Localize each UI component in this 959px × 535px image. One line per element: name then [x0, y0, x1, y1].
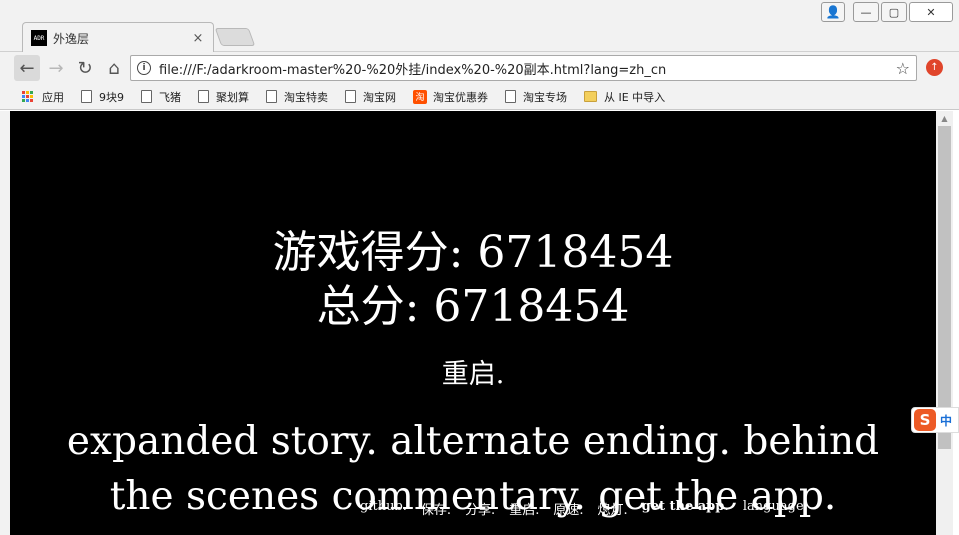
- footer-restart-link[interactable]: 重启.: [509, 499, 539, 518]
- scrollbar-thumb[interactable]: [938, 126, 951, 449]
- scroll-up-icon[interactable]: ▲: [936, 111, 953, 125]
- bookmark-label: 飞猪: [159, 90, 181, 104]
- footer-save-link[interactable]: 保存.: [421, 499, 451, 518]
- bookmark-label: 淘宝网: [363, 90, 396, 104]
- folder-icon: [584, 91, 597, 102]
- footer-language-link[interactable]: language.: [743, 499, 808, 518]
- game-viewport: 游戏得分: 6718454 总分: 6718454 重启. expanded s…: [10, 111, 936, 535]
- footer-github-link[interactable]: github.: [360, 499, 407, 518]
- adr-favicon-icon: ADR: [31, 30, 47, 46]
- bookmark-label: 淘宝专场: [523, 90, 567, 104]
- url-text[interactable]: file:///F:/adarkroom-master%20-%20外挂/ind…: [159, 59, 896, 78]
- minimize-button[interactable]: —: [853, 2, 879, 22]
- browser-tab[interactable]: ADR 外逸层 ×: [22, 22, 214, 53]
- vertical-scrollbar[interactable]: ▲: [936, 111, 953, 535]
- bookmark-taobao-special[interactable]: 淘宝专场: [505, 89, 567, 105]
- extension-icon[interactable]: ↑: [926, 59, 943, 76]
- game-score: 游戏得分: 6718454: [272, 227, 674, 278]
- page-icon: [198, 90, 209, 103]
- bookmark-9kuai9[interactable]: 9块9: [81, 89, 124, 105]
- address-bar[interactable]: i file:///F:/adarkroom-master%20-%20外挂/i…: [130, 55, 917, 81]
- forward-button[interactable]: →: [43, 55, 69, 81]
- title-bar: ADR 外逸层 × 👤 — ▢ ✕: [0, 0, 959, 53]
- footer-share-link[interactable]: 分享.: [465, 499, 495, 518]
- footer-speed-link[interactable]: 原速.: [553, 499, 583, 518]
- window-border: [0, 111, 10, 535]
- bookmark-apps[interactable]: 应用: [22, 89, 64, 105]
- bookmark-import-ie[interactable]: 从 IE 中导入: [584, 89, 665, 105]
- tab-close-icon[interactable]: ×: [191, 31, 205, 46]
- bookmark-taobao[interactable]: 淘宝网: [345, 89, 396, 105]
- maximize-button[interactable]: ▢: [881, 2, 907, 22]
- sogou-ime-icon: S: [914, 409, 936, 431]
- apps-icon: [22, 90, 34, 103]
- bookmark-feizhu[interactable]: 飞猪: [141, 89, 181, 105]
- page-icon: [345, 90, 356, 103]
- bookmark-juhuasuan[interactable]: 聚划算: [198, 89, 249, 105]
- reload-button[interactable]: ↻: [72, 55, 98, 81]
- back-button[interactable]: ←: [14, 55, 40, 81]
- bookmark-label: 聚划算: [216, 90, 249, 104]
- footer-lights-off-link[interactable]: 熄灯.: [597, 499, 627, 518]
- page-icon: [505, 90, 516, 103]
- ime-mode-label: 中: [940, 413, 953, 428]
- site-info-icon[interactable]: i: [137, 61, 151, 75]
- footer-get-app-link[interactable]: get the app.: [642, 499, 729, 518]
- total-score: 总分: 6718454: [316, 281, 630, 332]
- close-window-button[interactable]: ✕: [909, 2, 953, 22]
- bookmark-label: 从 IE 中导入: [604, 90, 666, 104]
- page-icon: [141, 90, 152, 103]
- bookmark-label: 淘宝特卖: [284, 90, 328, 104]
- window-controls: — ▢ ✕: [853, 2, 953, 22]
- page-icon: [81, 90, 92, 103]
- game-footer-menu: github. 保存. 分享. 重启. 原速. 熄灯. get the app.…: [360, 499, 808, 518]
- taobao-icon: 淘: [413, 89, 427, 104]
- bookmark-star-icon[interactable]: ☆: [896, 59, 910, 78]
- bookmark-taobao-temai[interactable]: 淘宝特卖: [266, 89, 328, 105]
- tab-title: 外逸层: [53, 31, 90, 46]
- restart-button[interactable]: 重启.: [10, 352, 936, 391]
- home-button[interactable]: ⌂: [101, 55, 127, 81]
- bookmarks-bar: 应用 9块9 飞猪 聚划算 淘宝特卖 淘宝网 淘 淘宝优惠券 淘宝专场 从 IE…: [0, 84, 959, 110]
- new-tab-button[interactable]: [214, 28, 256, 46]
- bookmark-label: 9块9: [99, 90, 124, 104]
- ime-toolbar[interactable]: S 中: [911, 407, 959, 433]
- browser-toolbar: ← → ↻ ⌂ i file:///F:/adarkroom-master%20…: [0, 52, 959, 84]
- bookmark-taobao-coupon[interactable]: 淘 淘宝优惠券: [413, 89, 488, 105]
- bookmark-label: 应用: [42, 90, 64, 104]
- bookmark-label: 淘宝优惠券: [433, 90, 488, 104]
- page-icon: [266, 90, 277, 103]
- profile-icon[interactable]: 👤: [821, 2, 845, 22]
